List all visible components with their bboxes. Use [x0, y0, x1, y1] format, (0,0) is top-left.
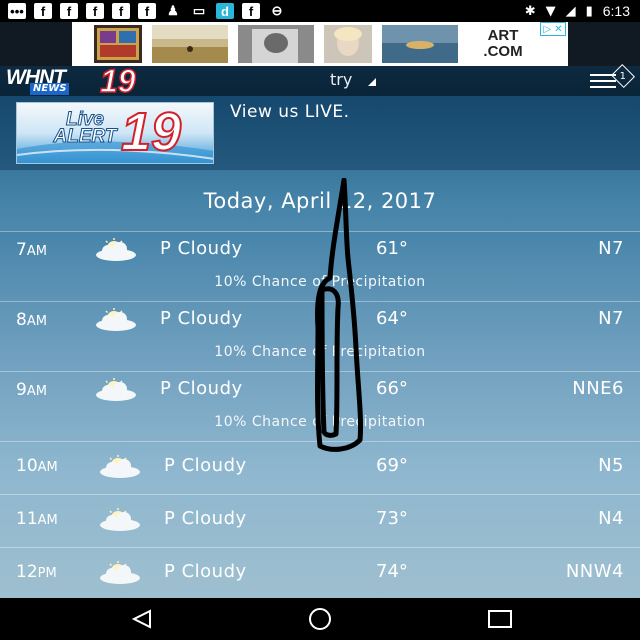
hour-label: 10AM — [16, 456, 58, 476]
logo-number: 19 — [99, 62, 136, 100]
android-nav-bar — [0, 598, 640, 640]
facebook-icon: f — [34, 3, 52, 19]
live-alert-banner[interactable]: Live ALERT 19 — [16, 102, 214, 164]
dropdown-arrow-icon[interactable] — [368, 78, 376, 86]
back-button[interactable] — [122, 606, 162, 632]
signal-icon: ◢ — [565, 3, 576, 19]
sync-icon: ⊖ — [271, 3, 283, 18]
hour-row[interactable]: 7AM P Cloudy 61° N7 10% Chance of Precip… — [0, 232, 640, 302]
facebook-icon: f — [138, 3, 156, 19]
pawn-icon: ♟ — [167, 3, 179, 18]
ad-image-comic[interactable] — [94, 25, 142, 63]
live-caption[interactable]: View us LIVE. — [230, 102, 350, 122]
ad-close-icon[interactable]: ▷ ✕ — [540, 22, 566, 36]
partly-cloudy-icon — [96, 308, 136, 331]
recents-button[interactable] — [480, 606, 520, 632]
ad-image-landscape[interactable] — [152, 25, 228, 63]
hour-label: 8AM — [16, 310, 47, 330]
date-header: Today, April 12, 2017 — [0, 170, 640, 232]
facebook-icon: f — [86, 3, 104, 19]
ad-image-marilyn[interactable] — [324, 25, 372, 63]
hour-row[interactable]: 10AM P Cloudy 69° N5 — [0, 442, 640, 495]
wind: NNW4 — [565, 561, 624, 582]
forecast-date: Today, April 12, 2017 — [203, 188, 437, 213]
precip-chance: 10% Chance of Precipitation — [214, 414, 426, 430]
facebook-icon: f — [60, 3, 78, 19]
condition-text: P Cloudy — [164, 455, 247, 476]
home-button[interactable] — [300, 606, 340, 632]
d-app-icon: d — [216, 3, 234, 19]
temperature: 73° — [376, 508, 408, 529]
hour-label: 12PM — [16, 562, 57, 582]
home-icon — [309, 608, 331, 630]
wind: N5 — [598, 455, 624, 476]
whnt-logo[interactable]: WHNT NEWS 19 — [2, 62, 154, 100]
live-alert-text: Live ALERT — [53, 109, 117, 147]
facebook-icon: f — [242, 3, 260, 19]
temperature: 69° — [376, 455, 408, 476]
live-stream-row[interactable]: Live ALERT 19 View us LIVE. — [0, 96, 640, 170]
ad-bar: ART .COM ▷ ✕ — [0, 22, 640, 66]
status-right: ✱ ▼ ◢ ▮ 6:13 — [525, 0, 630, 22]
wind: N4 — [598, 508, 624, 529]
hour-row[interactable]: 9AM P Cloudy 66° NNE6 10% Chance of Prec… — [0, 372, 640, 442]
precip-chance: 10% Chance of Precipitation — [214, 344, 426, 360]
live-banner-number: 19 — [120, 102, 182, 163]
hour-row[interactable]: 8AM P Cloudy 64° N7 10% Chance of Precip… — [0, 302, 640, 372]
ad-banner[interactable]: ART .COM ▷ ✕ — [72, 22, 568, 66]
app-header: WHNT NEWS 19 try 1 — [0, 62, 640, 100]
temperature: 66° — [376, 378, 408, 399]
menu-button[interactable]: 1 — [586, 63, 636, 94]
hour-label: 9AM — [16, 380, 47, 400]
bluetooth-icon: ✱ — [524, 3, 536, 19]
precip-chance: 10% Chance of Precipitation — [214, 274, 426, 290]
partly-cloudy-icon — [96, 378, 136, 401]
condition-text: P Cloudy — [160, 378, 243, 399]
clock: 6:13 — [602, 3, 630, 19]
back-icon — [131, 609, 151, 629]
partly-cloudy-icon — [100, 508, 140, 531]
condition-text: P Cloudy — [160, 308, 243, 329]
temperature: 74° — [376, 561, 408, 582]
hour-row[interactable]: 12PM P Cloudy 74° NNW4 — [0, 548, 640, 598]
status-bar: ••• f f f f f ♟ ▭ d f ⊖ ✱ ▼ ◢ ▮ 6:13 — [0, 0, 640, 22]
condition-text: P Cloudy — [164, 508, 247, 529]
wind: N7 — [598, 308, 624, 329]
hour-label: 11AM — [16, 509, 58, 529]
hourly-forecast[interactable]: Live ALERT 19 View us LIVE. Today, April… — [0, 96, 640, 598]
facebook-icon: f — [112, 3, 130, 19]
ad-art-com-logo[interactable]: ART .COM — [468, 24, 538, 64]
partly-cloudy-icon — [96, 238, 136, 261]
logo-news-tag: NEWS — [30, 83, 70, 95]
condition-text: P Cloudy — [160, 238, 243, 259]
wind: N7 — [598, 238, 624, 259]
wind: NNE6 — [572, 378, 624, 399]
partly-cloudy-icon — [100, 455, 140, 478]
cast-icon: ▭ — [192, 3, 206, 18]
recents-icon — [488, 610, 512, 628]
location-dropdown[interactable]: try — [330, 70, 352, 89]
chat-icon: ••• — [8, 3, 26, 19]
hour-row[interactable]: 11AM P Cloudy 73° N4 — [0, 495, 640, 548]
temperature: 64° — [376, 308, 408, 329]
ad-image-sunset[interactable] — [382, 25, 458, 63]
ad-image-portrait-bw[interactable] — [238, 25, 314, 63]
hour-label: 7AM — [16, 240, 47, 260]
condition-text: P Cloudy — [164, 561, 247, 582]
battery-icon: ▮ — [585, 3, 593, 19]
temperature: 61° — [376, 238, 408, 259]
wifi-icon: ▼ — [545, 3, 556, 19]
partly-cloudy-icon — [100, 561, 140, 584]
